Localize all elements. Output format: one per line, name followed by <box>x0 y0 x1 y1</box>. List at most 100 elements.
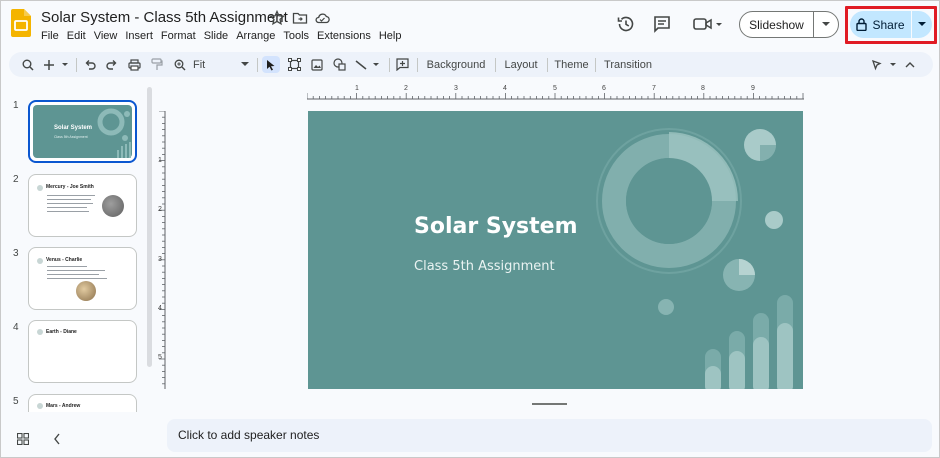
slide-number: 5 <box>13 396 19 407</box>
slides-logo-icon[interactable] <box>11 9 31 37</box>
thumbnail-text-line <box>47 278 107 279</box>
slide-decoration <box>596 128 793 389</box>
version-history-icon[interactable] <box>615 13 637 35</box>
menu-extensions[interactable]: Extensions <box>313 29 375 43</box>
ruler-label: 2 <box>404 85 408 92</box>
toolbar-separator <box>495 58 496 72</box>
collapse-toolbar-icon[interactable] <box>903 56 917 73</box>
add-comment-icon[interactable] <box>394 56 411 73</box>
comments-icon[interactable] <box>651 13 673 35</box>
thumbnail-bullet-icon <box>37 403 43 409</box>
current-slide[interactable]: Solar System Class 5th Assignment <box>308 111 803 389</box>
image-icon[interactable] <box>309 56 324 73</box>
speaker-notes-placeholder[interactable]: Click to add speaker notes <box>178 428 319 442</box>
thumbnail-background: Solar System Class 5th Assignment <box>33 105 132 158</box>
toolbar-separator <box>595 58 596 72</box>
thumbnail-text-line <box>47 207 87 208</box>
menu-view[interactable]: View <box>90 29 122 43</box>
chevron-down-icon <box>241 62 249 66</box>
undo-icon[interactable] <box>82 56 97 73</box>
select-frame-icon[interactable] <box>287 56 302 73</box>
zoom-select[interactable]: Fit <box>193 56 249 73</box>
thumbnail-bullet-icon <box>37 329 43 335</box>
zoom-icon[interactable] <box>172 56 187 73</box>
move-to-folder-icon[interactable] <box>292 10 308 26</box>
document-title[interactable]: Solar System - Class 5th Assignment <box>41 9 288 26</box>
collapse-filmstrip-icon[interactable] <box>49 431 65 447</box>
grid-view-icon[interactable] <box>15 431 31 447</box>
slide-thumbnail-5[interactable]: Mars - Andrew <box>28 394 137 412</box>
notes-resize-handle[interactable] <box>532 403 567 405</box>
ruler-label: 1 <box>355 85 359 92</box>
theme-button[interactable]: Theme <box>552 56 591 73</box>
meet-icon[interactable] <box>691 13 725 35</box>
thumbnail-text-line <box>47 270 105 271</box>
ruler-label: 3 <box>158 256 162 263</box>
share-chevron-down-icon[interactable] <box>912 22 932 27</box>
background-button[interactable]: Background <box>423 56 489 73</box>
thumbnail-bullet-icon <box>37 258 43 264</box>
slide-title[interactable]: Solar System <box>414 214 578 239</box>
thumbnail-title: Venus - Charlie <box>46 257 83 263</box>
title-bar: Solar System - Class 5th Assignment File… <box>1 1 939 49</box>
toolbar-separator <box>257 58 258 72</box>
slide-number: 3 <box>13 248 19 259</box>
paint-format-icon[interactable] <box>149 56 164 73</box>
star-icon[interactable] <box>269 10 285 26</box>
share-button[interactable]: Share <box>850 11 932 38</box>
ruler-label: 1 <box>158 157 162 164</box>
thumbnail-text-line <box>47 199 91 200</box>
slide-subtitle[interactable]: Class 5th Assignment <box>414 259 555 274</box>
slide-thumbnail-4[interactable]: Earth - Diane <box>28 320 137 383</box>
slide-thumbnail-2[interactable]: Mercury - Joe Smith <box>28 174 137 237</box>
thumbnail-title: Mercury - Joe Smith <box>46 184 94 190</box>
chevron-down-icon[interactable] <box>814 22 838 27</box>
slideshow-label[interactable]: Slideshow <box>740 18 813 32</box>
thumbnail-text-line <box>47 195 95 196</box>
menu-arrange[interactable]: Arrange <box>232 29 279 43</box>
lock-icon <box>856 18 868 31</box>
thumbnail-decoration <box>97 108 131 158</box>
menu-edit[interactable]: Edit <box>63 29 90 43</box>
layout-button[interactable]: Layout <box>500 56 542 73</box>
speaker-notes[interactable]: Click to add speaker notes <box>167 419 932 452</box>
vertical-ruler-labels: 1 2 3 4 5 <box>152 111 162 389</box>
share-main-button[interactable]: Share <box>850 11 911 38</box>
slideshow-button[interactable]: Slideshow <box>739 11 839 38</box>
new-slide-icon[interactable] <box>43 56 71 73</box>
print-icon[interactable] <box>126 56 142 73</box>
ruler-label: 5 <box>553 85 557 92</box>
menu-insert[interactable]: Insert <box>121 29 157 43</box>
search-menus-icon[interactable] <box>19 56 36 73</box>
toolbar: Fit Background Layout Theme Transition <box>9 52 933 77</box>
ruler-label: 6 <box>602 85 606 92</box>
editing-mode-icon[interactable] <box>871 56 899 73</box>
thumbnail-title: Earth - Diane <box>46 329 77 335</box>
redo-icon[interactable] <box>104 56 119 73</box>
slide-thumbnail-3[interactable]: Venus - Charlie <box>28 247 137 310</box>
slide-thumbnail-1[interactable]: Solar System Class 5th Assignment <box>28 100 137 163</box>
slide-number: 2 <box>13 174 19 185</box>
thumbnail-text-line <box>47 266 87 267</box>
toolbar-separator <box>547 58 548 72</box>
menu-tools[interactable]: Tools <box>279 29 313 43</box>
menu-slide[interactable]: Slide <box>200 29 232 43</box>
thumbnail-title: Mars - Andrew <box>46 403 81 409</box>
ruler-label: 4 <box>158 305 162 312</box>
ruler-label: 2 <box>158 206 162 213</box>
shape-icon[interactable] <box>331 56 347 73</box>
transition-button[interactable]: Transition <box>600 56 656 73</box>
menu-bar: File Edit View Insert Format Slide Arran… <box>41 29 405 43</box>
ruler-label: 8 <box>701 85 705 92</box>
toolbar-separator <box>76 58 77 72</box>
line-tool-icon[interactable] <box>354 56 382 73</box>
menu-help[interactable]: Help <box>375 29 406 43</box>
select-tool-icon[interactable] <box>262 56 280 73</box>
menu-format[interactable]: Format <box>157 29 200 43</box>
cloud-status-icon[interactable] <box>314 10 330 26</box>
slide-number: 4 <box>13 322 19 333</box>
thumbnail-text-line <box>47 211 89 212</box>
thumbnail-bullet-icon <box>37 185 43 191</box>
menu-file[interactable]: File <box>41 29 63 43</box>
thumbnail-subtitle: Class 5th Assignment <box>54 135 88 139</box>
